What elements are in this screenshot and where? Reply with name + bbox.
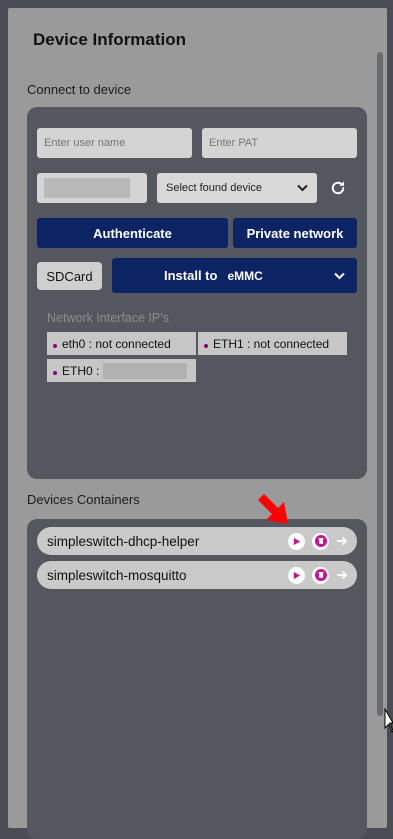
username-input[interactable] [37,128,192,158]
interface-eth1: ETH1 : not connected [198,332,347,355]
sdcard-button[interactable]: SDCard [37,262,102,290]
device-information-panel: Device Information Connect to device Sel… [8,8,387,839]
red-arrow-annotation-icon [258,494,288,524]
refresh-icon[interactable] [327,177,349,199]
container-row: simpleswitch-dhcp-helper [37,527,357,555]
containers-card: simpleswitch-dhcp-helper simpleswitch-mo… [27,519,367,839]
bullet-icon [204,344,208,348]
install-to-label: Install to [164,268,218,283]
private-network-button[interactable]: Private network [233,218,357,248]
redacted-value [103,362,188,379]
container-name: simpleswitch-dhcp-helper [47,533,200,549]
interface-eth0-upper: ETH0 : [47,359,196,382]
interface-label: ETH0 : [62,363,100,378]
device-address-field[interactable] [37,173,147,203]
trash-icon[interactable] [312,532,329,550]
arrow-right-icon[interactable] [336,535,348,547]
device-select-label: Select found device [166,182,263,194]
install-target-value: eMMC [227,268,263,283]
bullet-icon [53,344,57,348]
network-interfaces-title: Network Interface IP's [47,311,169,325]
play-icon[interactable] [288,532,305,550]
connect-card: Select found device Authenticate Private… [27,107,367,479]
interface-label: eth0 : not connected [62,336,171,351]
container-row: simpleswitch-mosquitto [37,561,357,589]
page-title: Device Information [33,30,187,49]
containers-section-label: Devices Containers [27,492,140,507]
play-icon[interactable] [288,566,305,584]
install-to-select[interactable]: Install to eMMC [112,258,357,293]
interface-eth0: eth0 : not connected [47,332,196,355]
bullet-icon [53,371,57,375]
trash-icon[interactable] [312,566,329,584]
authenticate-button[interactable]: Authenticate [37,218,228,248]
device-select[interactable]: Select found device [157,173,317,203]
interface-label: ETH1 : not connected [213,336,330,351]
arrow-right-icon[interactable] [336,569,348,581]
mouse-cursor-icon [384,708,393,733]
scrollbar[interactable] [377,52,383,716]
chevron-down-icon [297,181,308,195]
container-name: simpleswitch-mosquitto [47,567,187,583]
redacted-value [44,178,130,198]
chevron-down-icon [334,272,345,280]
connect-section-label: Connect to device [27,82,132,97]
pat-input[interactable] [202,128,357,158]
